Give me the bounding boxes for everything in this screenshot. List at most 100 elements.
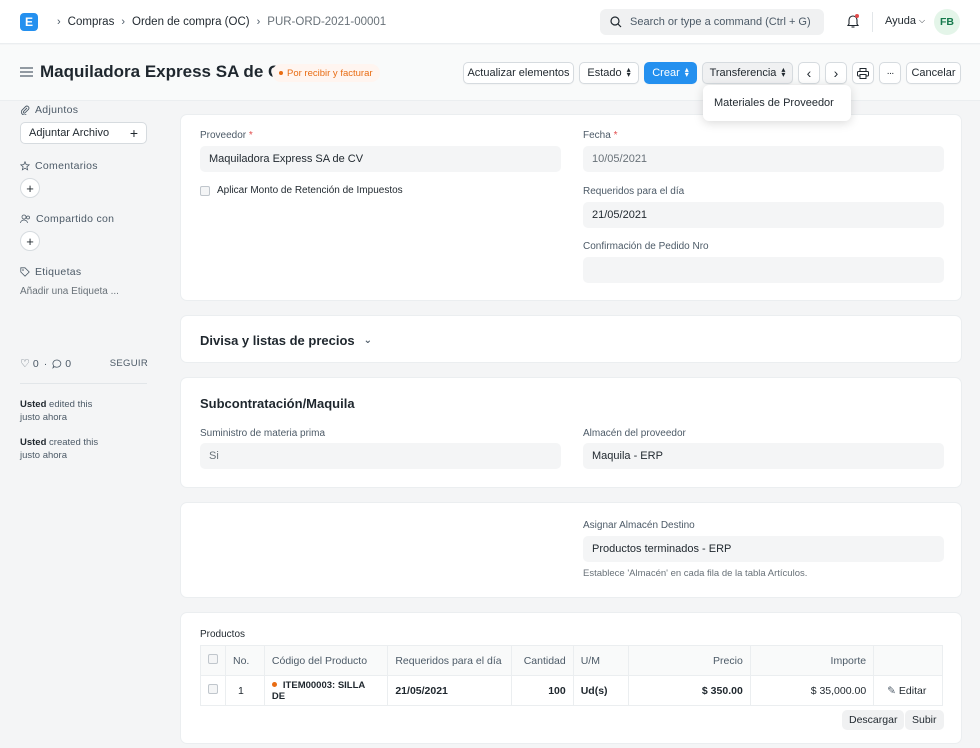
activity-user[interactable]: Usted <box>20 437 46 448</box>
plus-icon: + <box>129 125 138 141</box>
withholding-label: Aplicar Monto de Retención de Impuestos <box>217 185 403 196</box>
cancel-button[interactable]: Cancelar <box>906 62 961 84</box>
row-uom[interactable]: Ud(s) <box>572 675 629 706</box>
column-required-by: Requeridos para el día <box>387 645 512 676</box>
column-amount: Importe <box>749 645 875 676</box>
raw-material-field[interactable]: Si <box>200 443 561 469</box>
update-items-button[interactable]: Actualizar elementos <box>463 62 574 84</box>
more-icon: ··· <box>886 67 895 79</box>
add-comment-button[interactable]: + <box>20 178 40 198</box>
row-checkbox[interactable] <box>208 684 218 694</box>
activity-time: justo ahora <box>20 450 68 461</box>
row-item-code[interactable]: ITEM00003: SILLA DE <box>263 675 389 706</box>
create-button[interactable]: Crear ▴ ▾ <box>644 62 697 84</box>
dropdown-item-supplier-materials[interactable]: Materiales de Proveedor <box>714 97 834 109</box>
activity-text: edited this <box>49 399 93 410</box>
column-rate: Precio <box>627 645 751 676</box>
item-status-dot <box>271 682 277 688</box>
date-label: Fecha * <box>583 130 618 141</box>
app-logo[interactable]: E <box>20 12 38 31</box>
transfer-label: Transferencia <box>709 67 777 79</box>
activity-user[interactable]: Usted <box>20 399 46 410</box>
add-tag-link[interactable]: Añadir una Etiqueta ... <box>20 286 148 297</box>
activity-item: Usted edited this justo ahora <box>20 398 148 424</box>
print-button[interactable] <box>852 62 874 84</box>
select-arrows-icon: ▴ ▾ <box>626 65 631 79</box>
search-input[interactable] <box>630 16 810 28</box>
row-qty[interactable]: 100 <box>510 675 574 706</box>
required-by-field[interactable]: 21/05/2021 <box>583 202 944 228</box>
subcontract-section-card: Subcontratación/Maquila Suministro de ma… <box>180 377 962 488</box>
sidebar: Adjuntos Adjuntar Archivo + Comentarios +… <box>20 104 148 297</box>
previous-button[interactable]: ‹ <box>798 62 820 84</box>
products-label: Productos <box>200 629 246 640</box>
menu-icon[interactable] <box>20 67 33 77</box>
attach-file-button[interactable]: Adjuntar Archivo + <box>20 122 147 144</box>
search-bar[interactable] <box>600 9 824 35</box>
select-arrows-icon: ▴ ▾ <box>684 65 689 79</box>
products-card: Productos No. Código del Producto Requer… <box>180 612 962 744</box>
attachments-section: Adjuntos <box>20 104 148 116</box>
chevron-right-icon: › <box>256 15 261 28</box>
currency-section-title[interactable]: Divisa y listas de precios ⌄ <box>200 333 372 348</box>
heart-icon[interactable]: ♡ <box>20 357 30 370</box>
target-warehouse-field[interactable]: Productos terminados - ERP <box>583 536 944 562</box>
transfer-button[interactable]: Transferencia ▴ ▾ <box>702 62 793 84</box>
status-button[interactable]: Estado ▴ ▾ <box>579 62 639 84</box>
activity-item: Usted created this justo ahora <box>20 436 148 462</box>
update-items-label: Actualizar elementos <box>467 67 570 79</box>
column-qty: Cantidad <box>510 645 574 676</box>
table-header-row: No. Código del Producto Requeridos para … <box>200 645 943 676</box>
subcontract-section-title: Subcontratación/Maquila <box>200 396 355 411</box>
date-field[interactable]: 10/05/2021 <box>583 146 944 172</box>
table-row[interactable]: 1 ITEM00003: SILLA DE 21/05/2021 100 Ud(… <box>200 675 943 706</box>
more-button[interactable]: ··· <box>879 62 901 84</box>
supplier-label: Proveedor * <box>200 130 253 141</box>
row-rate[interactable]: $ 350.00 <box>627 675 751 706</box>
upload-button[interactable]: Subir <box>905 710 944 730</box>
row-required-by[interactable]: 21/05/2021 <box>387 675 512 706</box>
checkbox-box[interactable] <box>200 185 210 196</box>
select-all-cell <box>200 645 226 676</box>
tags-label: Etiquetas <box>35 266 82 278</box>
comments-count: 0 <box>65 357 72 370</box>
breadcrumb-item-orden-de-compra[interactable]: Orden de compra (OC) <box>132 16 250 28</box>
supplier-field[interactable]: Maquiladora Express SA de CV <box>200 146 561 172</box>
breadcrumb-item-compras[interactable]: Compras <box>68 16 115 28</box>
help-menu[interactable]: Ayuda ⌵ <box>885 15 925 27</box>
comment-icon <box>52 359 62 369</box>
bell-icon[interactable] <box>846 13 860 29</box>
target-warehouse-hint: Establece 'Almacén' en cada fila de la t… <box>583 568 808 579</box>
tags-section: Etiquetas <box>20 266 148 278</box>
chevron-right-icon: › <box>121 15 125 28</box>
tag-icon <box>20 267 30 277</box>
chevron-down-icon: ⌄ <box>363 335 373 346</box>
select-arrows-icon: ▴ ▾ <box>781 65 786 79</box>
users-icon <box>20 214 30 224</box>
shared-section: Compartido con <box>20 213 148 225</box>
chevron-right-icon: › <box>57 15 61 28</box>
target-warehouse-label: Asignar Almacén Destino <box>583 520 695 531</box>
chevron-right-icon: › <box>833 65 839 81</box>
follow-button[interactable]: SEGUIR <box>110 358 148 369</box>
select-all-checkbox[interactable] <box>208 654 218 664</box>
supplier-warehouse-field[interactable]: Maquila - ERP <box>583 443 944 469</box>
next-button[interactable]: › <box>825 62 847 84</box>
raw-material-label: Suministro de materia prima <box>200 428 326 439</box>
pencil-icon: ✎ <box>887 684 896 697</box>
withholding-checkbox[interactable]: Aplicar Monto de Retención de Impuestos <box>200 185 403 196</box>
confirmation-field[interactable] <box>583 257 944 283</box>
main-details-card: Proveedor * Maquiladora Express SA de CV… <box>180 114 962 301</box>
star-icon <box>20 161 30 171</box>
add-share-button[interactable]: + <box>20 231 40 251</box>
cancel-label: Cancelar <box>911 67 956 79</box>
download-button[interactable]: Descargar <box>842 710 905 730</box>
currency-section-card[interactable]: Divisa y listas de precios ⌄ <box>180 315 962 363</box>
avatar[interactable]: FB <box>934 9 960 35</box>
sidebar-divider <box>20 383 147 384</box>
row-edit-button[interactable]: ✎ Editar <box>873 675 943 706</box>
plus-icon: + <box>26 180 34 196</box>
comments-label: Comentarios <box>35 160 98 172</box>
plus-icon: + <box>26 233 34 249</box>
breadcrumb-item-current[interactable]: PUR-ORD-2021-00001 <box>267 16 386 28</box>
